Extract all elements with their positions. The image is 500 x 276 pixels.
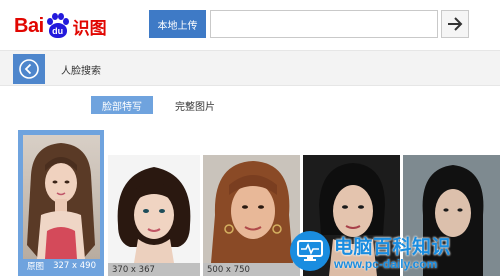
baidu-shitu-logo[interactable]: Bai du 识图 bbox=[14, 12, 107, 40]
search-button[interactable] bbox=[441, 10, 469, 38]
portrait-image bbox=[203, 155, 300, 263]
search-field-container bbox=[210, 10, 438, 38]
header: Bai du 识图 本地上传 bbox=[0, 0, 500, 48]
watermark-url: www.pc-daily.com bbox=[334, 256, 438, 271]
monitor-pulse-icon bbox=[290, 231, 330, 271]
paw-icon: du bbox=[45, 13, 71, 39]
logo-paw-text: du bbox=[52, 25, 64, 36]
tab-full-image[interactable]: 完整图片 bbox=[164, 96, 226, 114]
image-size: 370 x 367 bbox=[112, 264, 155, 275]
site-watermark: 电脑百科知识 www.pc-daily.com bbox=[290, 226, 500, 276]
logo-latin-text: Bai bbox=[14, 14, 44, 37]
back-button[interactable] bbox=[13, 54, 45, 84]
search-input[interactable] bbox=[211, 11, 437, 37]
original-label: 原图 bbox=[27, 261, 45, 272]
watermark-cn-text: 电脑百科知识 bbox=[334, 235, 452, 258]
thumbnail-result-1[interactable] bbox=[108, 155, 200, 263]
subbar: 人脸搜索 bbox=[0, 50, 500, 86]
thumbnail-size-label: 原图 327 x 490 bbox=[23, 259, 100, 272]
portrait-image bbox=[108, 155, 200, 263]
arrow-right-icon bbox=[448, 17, 463, 31]
chevron-left-icon bbox=[19, 59, 39, 79]
portrait-image bbox=[23, 135, 100, 259]
logo-cn-text: 识图 bbox=[72, 18, 107, 39]
image-size: 327 x 490 bbox=[53, 260, 96, 271]
local-upload-button[interactable]: 本地上传 bbox=[149, 10, 206, 38]
image-size: 500 x 750 bbox=[207, 264, 250, 275]
thumbnail-result-2[interactable] bbox=[203, 155, 300, 263]
page-title: 人脸搜索 bbox=[61, 66, 101, 77]
thumbnail-size-label: 500 x 750 bbox=[203, 263, 300, 276]
tab-face-closeup[interactable]: 脸部特写 bbox=[91, 96, 153, 114]
thumbnail-original[interactable] bbox=[23, 135, 100, 259]
thumbnail-size-label: 370 x 367 bbox=[108, 263, 200, 276]
